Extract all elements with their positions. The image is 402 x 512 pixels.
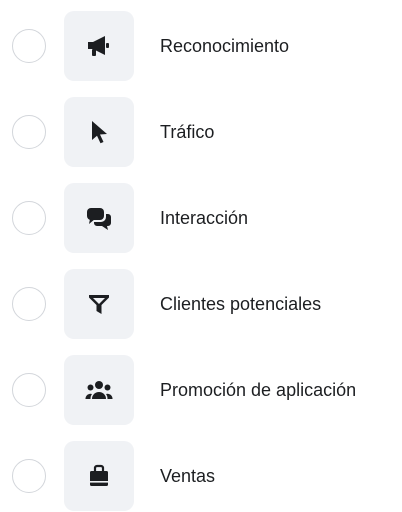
objective-label: Promoción de aplicación — [160, 380, 357, 400]
objective-label: Tráfico — [160, 122, 215, 142]
objective-label: Interacción — [160, 208, 249, 228]
megaphone-icon — [88, 36, 109, 56]
shopping-bag-icon — [90, 464, 108, 486]
objective-label: Ventas — [160, 466, 216, 486]
icon-tile — [64, 183, 134, 253]
objective-option-interaccion[interactable]: Interacción — [0, 182, 402, 254]
icon-tile — [64, 11, 134, 81]
radio-button[interactable] — [12, 459, 46, 493]
icon-tile — [64, 441, 134, 511]
objective-option-trafico[interactable]: Tráfico — [0, 96, 402, 168]
radio-button[interactable] — [12, 373, 46, 407]
radio-button[interactable] — [12, 115, 46, 149]
radio-button[interactable] — [12, 287, 46, 321]
objective-option-clientes-potenciales[interactable]: Clientes potenciales — [0, 268, 402, 340]
radio-button[interactable] — [12, 201, 46, 235]
funnel-icon — [89, 295, 109, 314]
objective-label: Clientes potenciales — [160, 294, 322, 314]
objective-option-ventas[interactable]: Ventas — [0, 440, 402, 512]
radio-button[interactable] — [12, 29, 46, 63]
cursor-icon — [92, 121, 107, 144]
icon-tile — [64, 355, 134, 425]
icon-tile — [64, 269, 134, 339]
objective-list: Reconocimiento Tráfico Interacción Clien… — [0, 0, 402, 512]
people-group-icon — [85, 381, 113, 399]
objective-label: Reconocimiento — [160, 36, 290, 56]
icon-tile — [64, 97, 134, 167]
chat-bubbles-icon — [87, 208, 111, 230]
objective-option-promocion-aplicacion[interactable]: Promoción de aplicación — [0, 354, 402, 426]
objective-option-reconocimiento[interactable]: Reconocimiento — [0, 10, 402, 82]
